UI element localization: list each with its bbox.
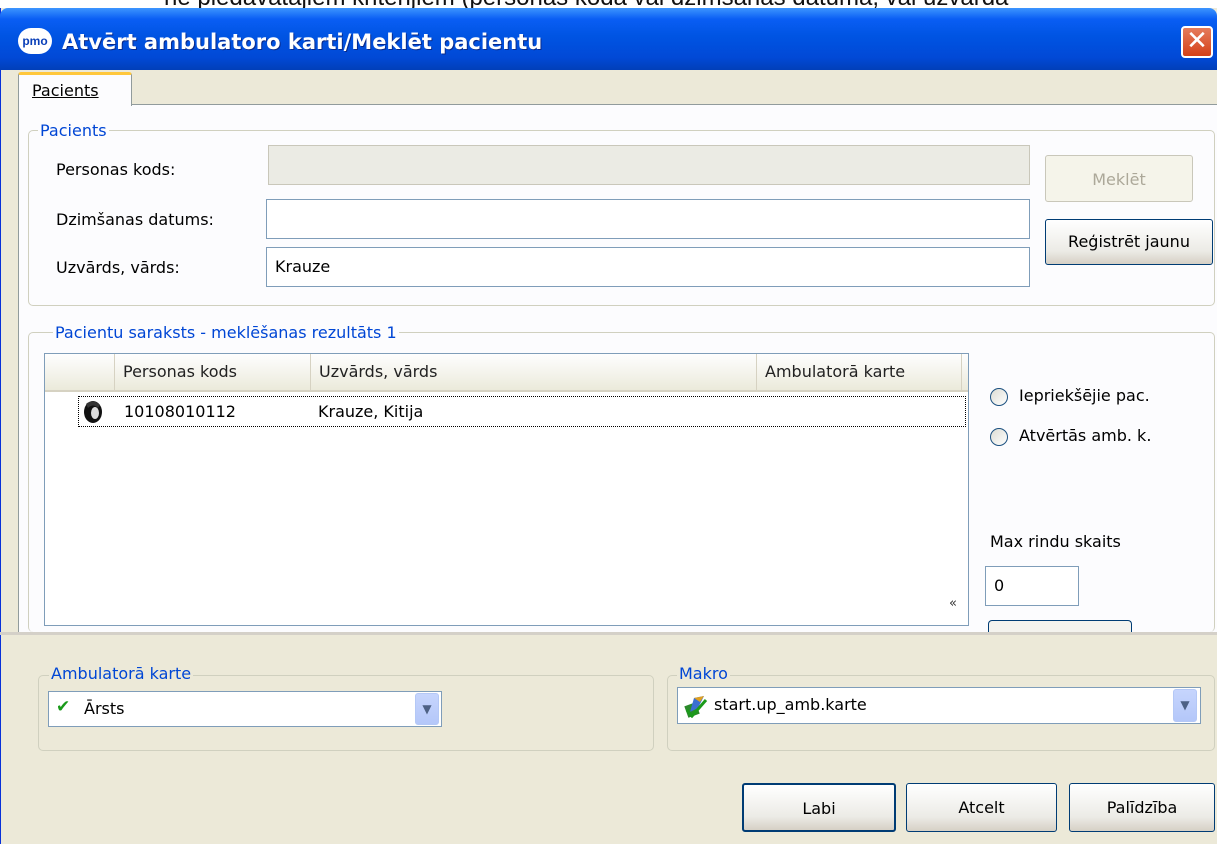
macro-combo-value: start.up_amb.karte xyxy=(714,695,867,714)
tab-strip xyxy=(18,70,1217,105)
radio-opened-label[interactable]: Atvērtās amb. k. xyxy=(1019,426,1151,445)
tab-pacients-label: Pacients xyxy=(32,81,99,100)
cancel-button[interactable]: Atcelt xyxy=(906,783,1057,832)
header-icon-column xyxy=(45,354,115,392)
name-field[interactable]: Krauze xyxy=(266,247,1030,287)
card-group-title: Ambulatorā karte xyxy=(49,664,194,683)
header-ambulatory-card[interactable]: Ambulatorā karte xyxy=(757,354,962,392)
header-name[interactable]: Uzvārds, vārds xyxy=(311,354,757,392)
macro-group-title: Makro xyxy=(677,664,730,683)
header-personal-code[interactable]: Personas kods xyxy=(115,354,311,392)
birth-date-label: Dzimšanas datums: xyxy=(56,210,214,229)
window-title: Atvērt ambulatoro karti/Meklēt pacientu xyxy=(62,30,543,54)
tab-pacients[interactable]: Pacients xyxy=(18,72,132,106)
birth-date-field[interactable] xyxy=(266,199,1030,239)
partially-hidden-button[interactable] xyxy=(988,620,1132,632)
help-button[interactable]: Palīdzība xyxy=(1069,783,1215,832)
close-icon[interactable]: ✕ xyxy=(1181,26,1213,58)
macro-dropdown-icon[interactable]: ▼ xyxy=(1173,689,1197,722)
name-label: Uzvārds, vārds: xyxy=(56,258,180,277)
card-combo-value: Ārsts xyxy=(84,699,125,718)
max-rows-label: Max rindu skaits xyxy=(990,532,1121,551)
personal-code-label: Personas kods: xyxy=(56,160,176,179)
patient-group-title: Pacients xyxy=(38,121,109,140)
radio-previous-label[interactable]: Iepriekšējie pac. xyxy=(1019,386,1150,405)
patient-list[interactable] xyxy=(44,353,969,626)
search-button[interactable]: Meklēt xyxy=(1045,155,1193,202)
results-group-title: Pacientu saraksts - meklēšanas rezultāts… xyxy=(53,323,399,342)
register-new-button[interactable]: Reģistrēt jaunu xyxy=(1045,219,1213,265)
radio-previous-patients[interactable] xyxy=(990,388,1008,406)
max-rows-field[interactable]: 0 xyxy=(985,566,1079,606)
divider xyxy=(0,632,1217,635)
radio-opened-cards[interactable] xyxy=(990,428,1008,446)
macro-icon xyxy=(684,694,708,719)
checkmark-icon: ✔ xyxy=(56,697,71,717)
app-icon: pmo xyxy=(18,28,52,54)
collapse-chevron-icon[interactable]: « xyxy=(944,596,962,612)
row-personal-code: 10108010112 xyxy=(124,402,236,421)
ok-button[interactable]: Labi xyxy=(742,783,896,832)
row-name: Krauze, Kitija xyxy=(318,402,424,421)
personal-code-field[interactable] xyxy=(268,145,1030,185)
card-dropdown-icon[interactable]: ▼ xyxy=(415,693,439,725)
patient-icon xyxy=(82,400,104,424)
